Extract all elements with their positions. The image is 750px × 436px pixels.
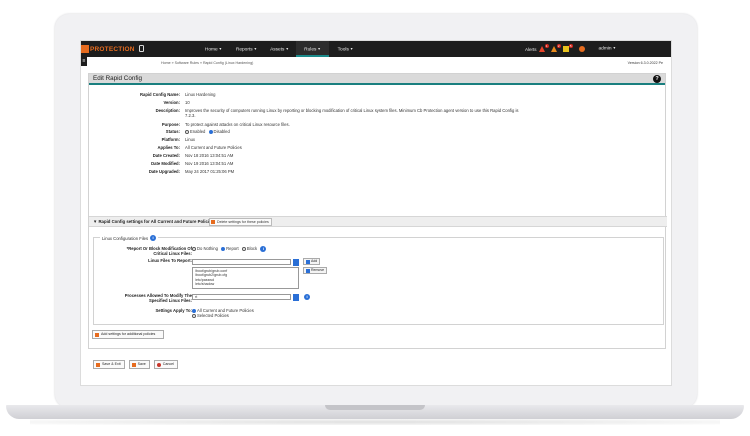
search-icon[interactable] xyxy=(293,259,299,266)
list-item[interactable]: /etc/shadow xyxy=(195,282,296,286)
linux-config-files-fieldset: Linux Configuration Files i *Report Or B… xyxy=(93,235,664,325)
nav-tools[interactable]: Tools▼ xyxy=(329,41,362,57)
main-nav: Home▼ Reports▼ Assets▼ Rules▼ Tools▼ xyxy=(197,41,362,57)
detail-value: All Current and Future Policies xyxy=(185,145,242,150)
nav-home[interactable]: Home▼ xyxy=(197,41,230,57)
panel-header: Edit Rapid Config ? xyxy=(89,74,665,85)
info-icon[interactable]: i xyxy=(150,235,157,241)
cancel-icon xyxy=(156,362,161,367)
save-icon xyxy=(131,362,136,367)
app-screen: PROTECTION Home▼ Reports▼ Assets▼ Rules▼… xyxy=(80,40,672,386)
chevron-down-icon: ▼ xyxy=(612,46,617,51)
search-icon[interactable] xyxy=(293,294,299,301)
remove-icon xyxy=(306,268,310,273)
laptop-notch xyxy=(325,405,425,410)
report-block-label: *Report Or Block Modification Of Critica… xyxy=(126,246,192,256)
detail-value: Nov 19 2016 13:04:51 AM xyxy=(185,161,234,166)
remove-file-button[interactable]: Remove xyxy=(303,267,328,274)
report-block-radio-group: Do Nothing Report Block i xyxy=(192,246,532,252)
save-button[interactable]: Save xyxy=(128,360,150,369)
gear-icon[interactable] xyxy=(578,46,585,52)
add-settings-button[interactable]: Add settings for additional policies xyxy=(92,330,164,339)
status-enabled-radio[interactable] xyxy=(185,129,189,134)
chevron-down-icon: ▼ xyxy=(349,47,354,51)
nav-assets[interactable]: Assets▼ xyxy=(263,41,296,57)
detail-value: Linux xyxy=(185,137,196,142)
detail-value: Improves the security of computers runni… xyxy=(185,108,519,118)
chevron-down-icon: ▼ xyxy=(317,47,321,51)
user-menu[interactable]: admin▼ xyxy=(599,46,617,51)
detail-value: May 24 2017 01:25:06 PM xyxy=(185,169,235,174)
detail-label: Status: xyxy=(165,129,180,134)
edit-rapid-config-panel: Edit Rapid Config ? Rapid Config Name: L… xyxy=(88,73,667,349)
notice-alert-icon[interactable]: 5 xyxy=(562,44,573,52)
apply-selected-radio[interactable] xyxy=(192,313,196,318)
nav-reports[interactable]: Reports▼ xyxy=(230,41,263,57)
section-title[interactable]: ▼ Rapid Config settings for All Current … xyxy=(93,219,214,224)
brand-logo[interactable]: PROTECTION xyxy=(81,44,135,54)
detail-label: Date Modified: xyxy=(151,161,180,166)
detail-label: Platform: xyxy=(161,137,180,142)
add-icon xyxy=(95,332,99,337)
critical-alert-icon[interactable]: 1 xyxy=(538,44,549,52)
alerts-area: Alerts 1 2 5 admin▼ xyxy=(525,41,616,57)
alerts-label: Alerts xyxy=(525,46,537,52)
fieldset-legend: Linux Configuration Files i xyxy=(100,235,159,241)
logo-text: PROTECTION xyxy=(90,45,135,53)
laptop-shadow xyxy=(30,419,720,425)
settings-apply-label: Settings Apply To: xyxy=(155,308,192,313)
detail-value: To protect against attacks on critical L… xyxy=(185,122,290,127)
version-text: Version 6.3.0.2022 Pe xyxy=(627,61,663,65)
logo-mark-icon xyxy=(81,45,89,53)
linux-files-label: Linux Files To Report: xyxy=(148,258,192,263)
chevron-down-icon: ▼ xyxy=(218,47,223,51)
chevron-down-icon: ▼ xyxy=(285,47,289,51)
do-nothing-radio[interactable] xyxy=(192,246,196,251)
status-enabled-label: Enabled xyxy=(190,129,206,134)
detail-value: Nov 18 2016 13:04:51 AM xyxy=(185,153,234,158)
top-nav-bar: PROTECTION Home▼ Reports▼ Assets▼ Rules▼… xyxy=(81,41,671,57)
warning-alert-icon[interactable]: 2 xyxy=(550,44,561,52)
detail-value: 10 xyxy=(185,100,190,105)
page-title: Edit Rapid Config xyxy=(93,75,143,82)
linux-file-input[interactable] xyxy=(192,259,291,265)
report-radio[interactable] xyxy=(221,246,226,251)
save-exit-button[interactable]: Save & Exit xyxy=(93,360,125,369)
processes-label: Processes Allowed To Modify The Specifie… xyxy=(124,293,192,303)
apply-all-radio[interactable] xyxy=(192,308,196,313)
status-disabled-radio[interactable] xyxy=(208,129,213,134)
apply-radio-group: All Current and Future Policies Selected… xyxy=(192,308,532,318)
help-icon[interactable]: ? xyxy=(653,75,661,83)
detail-value: Linux Hardening xyxy=(185,92,216,97)
menu-toggle-icon[interactable]: ≡ xyxy=(81,57,87,66)
detail-label: Purpose: xyxy=(161,122,180,127)
nav-rules[interactable]: Rules▼ xyxy=(296,41,329,57)
info-icon[interactable]: i xyxy=(260,246,267,252)
add-icon xyxy=(306,259,310,264)
delete-settings-button[interactable]: Delete settings for these policies xyxy=(209,218,272,226)
processes-input[interactable]: rt xyxy=(192,294,291,300)
cancel-button[interactable]: Cancel xyxy=(153,360,178,369)
chevron-down-icon: ▼ xyxy=(253,47,258,51)
detail-label: Version: xyxy=(163,100,180,105)
footer-actions: Save & Exit Save Cancel xyxy=(93,360,182,369)
add-file-button[interactable]: Add xyxy=(303,258,321,265)
breadcrumb[interactable]: Home » Software Rules » Rapid Config (Li… xyxy=(161,61,253,65)
linux-files-list[interactable]: /boot/grub/grub.conf /boot/grub2/grub.cf… xyxy=(192,267,299,289)
policy-settings-section: ▼ Rapid Config settings for All Current … xyxy=(89,216,667,227)
block-radio[interactable] xyxy=(241,246,246,251)
database-icon[interactable] xyxy=(139,45,144,52)
detail-label: Description: xyxy=(155,108,180,113)
detail-label: Date Upgraded: xyxy=(148,169,180,174)
detail-label: Applies To: xyxy=(157,145,181,150)
detail-label: Rapid Config Name: xyxy=(139,92,180,97)
delete-icon xyxy=(211,220,215,224)
status-radio-group: Enabled Disabled xyxy=(185,129,525,134)
info-icon[interactable]: i xyxy=(304,294,310,300)
status-disabled-label: Disabled xyxy=(213,129,230,134)
detail-label: Date Created: xyxy=(152,153,180,158)
save-icon xyxy=(96,362,100,367)
